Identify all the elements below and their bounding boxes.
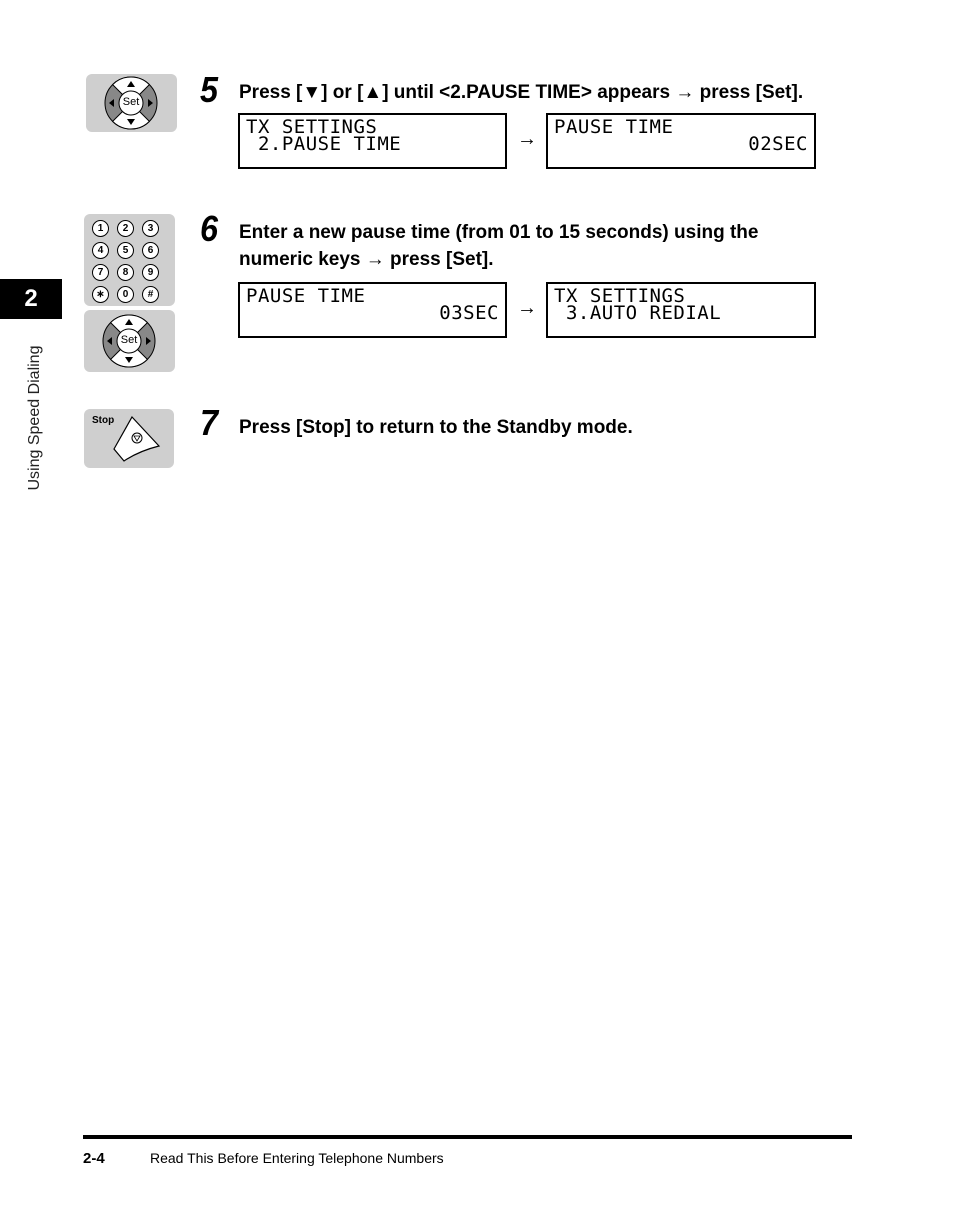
lcd-line2: 3.AUTO REDIAL (554, 302, 722, 324)
lcd-line2: 03SEC (439, 302, 499, 324)
stop-key-label: Stop (92, 415, 115, 426)
arrow-icon: → (517, 128, 537, 150)
numeric-key-icon: 6 (142, 242, 159, 259)
numeric-key-icon: ∗ (92, 286, 109, 303)
stop-key-panel: Stop (84, 409, 174, 468)
numeric-keypad-icon: 1 2 3 4 5 6 7 8 9 ∗ 0 # (92, 220, 168, 303)
footer-rule (83, 1135, 852, 1139)
numeric-keypad-panel: 1 2 3 4 5 6 7 8 9 ∗ 0 # (84, 214, 175, 306)
lcd-line1: PAUSE TIME (246, 285, 366, 307)
set-key-panel: Set (86, 74, 177, 132)
page-number: 2-4 (83, 1150, 105, 1167)
numeric-key-icon: 7 (92, 264, 109, 281)
step-6-number: 6 (200, 208, 219, 249)
set-key-label: Set (122, 96, 140, 108)
lcd-line1: PAUSE TIME (554, 116, 674, 138)
numeric-key-icon: 5 (117, 242, 134, 259)
lcd-line2: 02SEC (748, 133, 808, 155)
step-6-instruction-line2: numeric keys → press [Set]. (239, 249, 494, 270)
numeric-key-icon: 3 (142, 220, 159, 237)
lcd-display-step6-before: PAUSE TIME 03SEC (238, 282, 507, 338)
step-7-instruction: Press [Stop] to return to the Standby mo… (239, 417, 633, 438)
set-key-label: Set (120, 334, 138, 346)
step-5-instruction: Press [▼] or [▲] until <2.PAUSE TIME> ap… (239, 82, 804, 103)
lcd-display-step5-before: TX SETTINGS 2.PAUSE TIME (238, 113, 507, 169)
chapter-tab: 2 (0, 279, 62, 319)
lcd-display-step5-after: PAUSE TIME 02SEC (546, 113, 816, 169)
numeric-key-icon: 1 (92, 220, 109, 237)
set-key-panel: Set (84, 310, 175, 372)
lcd-display-step6-after: TX SETTINGS 3.AUTO REDIAL (546, 282, 816, 338)
footer-section-title: Read This Before Entering Telephone Numb… (150, 1150, 444, 1166)
step-6-instruction-line1: Enter a new pause time (from 01 to 15 se… (239, 222, 759, 243)
lcd-line2: 2.PAUSE TIME (246, 133, 402, 155)
numeric-key-icon: # (142, 286, 159, 303)
step-7-number: 7 (200, 402, 219, 443)
chapter-title: Using Speed Dialing (20, 330, 50, 505)
numeric-key-icon: 0 (117, 286, 134, 303)
arrow-icon: → (517, 297, 537, 319)
numeric-key-icon: 9 (142, 264, 159, 281)
chapter-title-text: Using Speed Dialing (26, 345, 43, 490)
numeric-key-icon: 4 (92, 242, 109, 259)
step-5-number: 5 (200, 69, 219, 110)
numeric-key-icon: 2 (117, 220, 134, 237)
numeric-key-icon: 8 (117, 264, 134, 281)
